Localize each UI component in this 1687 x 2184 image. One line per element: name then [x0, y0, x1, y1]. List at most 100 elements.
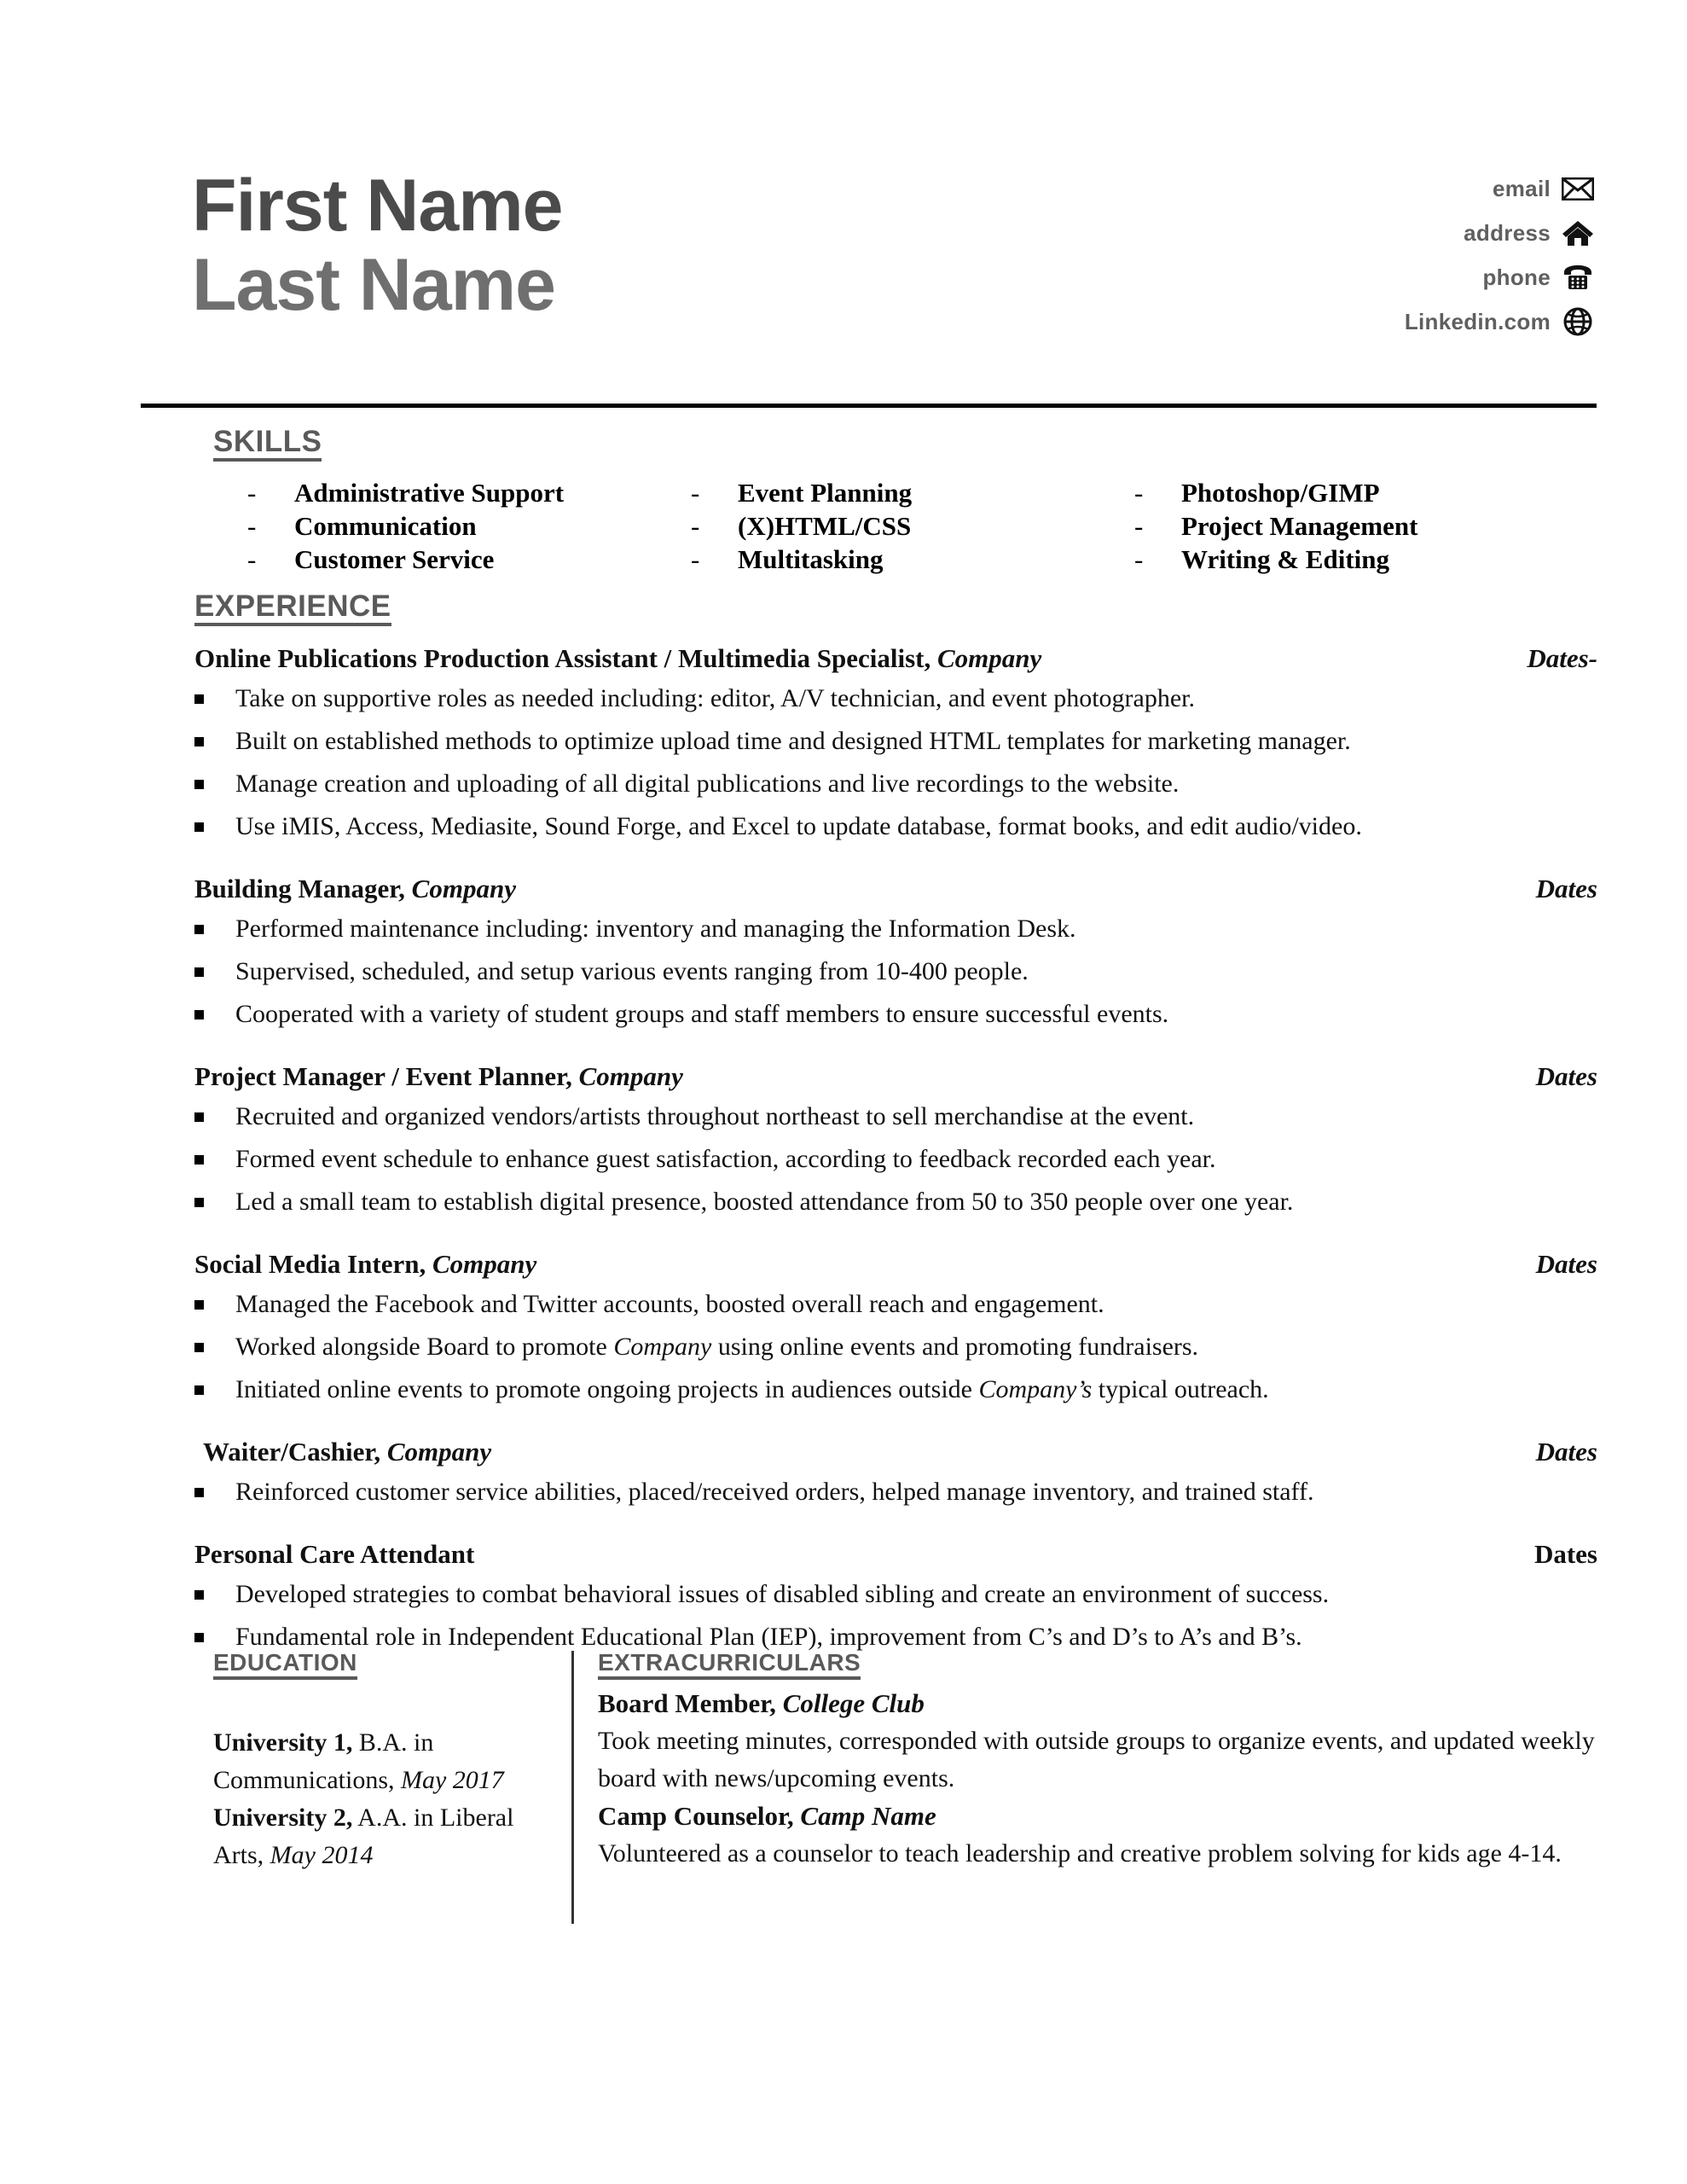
skill-label: Photoshop/GIMP: [1181, 478, 1380, 508]
skills-section-heading: SKILLS: [213, 427, 322, 462]
job-title-text: Personal Care Attendant: [194, 1539, 475, 1569]
education-school: University 1,: [213, 1728, 353, 1757]
resume-header: First Name Last Name email address phone…: [141, 166, 1595, 397]
contact-block: email address phone Linkedin.com: [1405, 166, 1595, 344]
job-header: Personal Care Attendant Dates: [194, 1536, 1597, 1573]
job-bullet-list: Reinforced customer service abilities, p…: [194, 1471, 1597, 1513]
plain-text: Worked alongside Board to promote: [235, 1333, 614, 1361]
plain-text: Managed the Facebook and Twitter account…: [235, 1290, 1104, 1318]
contact-row-phone[interactable]: phone: [1405, 255, 1595, 299]
job-company: Company: [578, 1061, 683, 1091]
skill-item: - Photoshop/GIMP: [1134, 476, 1578, 509]
education-entry: University 1, B.A. in Communications, Ma…: [213, 1724, 551, 1799]
extracurricular-role-text: Camp Counselor,: [598, 1801, 801, 1831]
job-title-text: Social Media Intern,: [194, 1249, 432, 1279]
extracurricular-org: Camp Name: [800, 1801, 936, 1831]
job-bullet-text: Recruited and organized vendors/artists …: [235, 1102, 1195, 1130]
globe-icon: [1561, 306, 1595, 337]
square-bullet-icon: [194, 908, 235, 950]
job-bullet: Formed event schedule to enhance guest s…: [194, 1138, 1597, 1181]
skill-item: - Project Management: [1134, 509, 1578, 543]
skill-item: - Administrative Support: [247, 476, 691, 509]
extracurricular-description: Volunteered as a counselor to teach lead…: [598, 1839, 1562, 1867]
square-bullet-icon: [194, 805, 235, 848]
education-school: University 2,: [213, 1804, 353, 1832]
skill-dash: -: [1134, 511, 1144, 541]
resume-page: First Name Last Name email address phone…: [0, 0, 1687, 2184]
job-dates: Dates: [1535, 1061, 1597, 1091]
skill-label: Event Planning: [738, 478, 913, 508]
plain-text: Initiated online events to promote ongoi…: [235, 1375, 979, 1403]
job-bullet: Developed strategies to combat behaviora…: [194, 1573, 1597, 1616]
experience-entry: Social Media Intern, Company Dates Managed…: [194, 1246, 1597, 1411]
job-dates: Dates: [1535, 1249, 1597, 1279]
skill-label: Writing & Editing: [1181, 544, 1390, 574]
education-heading-text: EDUCATION: [213, 1651, 357, 1680]
last-name: Last Name: [192, 244, 556, 326]
envelope-icon: [1561, 173, 1595, 204]
job-company: Company: [936, 643, 1042, 673]
telephone-icon: [1561, 262, 1595, 293]
experience-list: Online Publications Production Assistant…: [194, 640, 1597, 1658]
job-company: Company: [432, 1249, 537, 1279]
extracurricular-description: Took meeting minutes, corresponded with …: [598, 1727, 1595, 1792]
job-bullet: Initiated online events to promote ongoi…: [194, 1368, 1597, 1411]
extracurriculars-entries: Board Member, College Club Took meeting m…: [598, 1685, 1595, 1873]
job-bullet-list: Take on supportive roles as needed inclu…: [194, 677, 1597, 848]
experience-entry: Project Manager / Event Planner, Company…: [194, 1058, 1597, 1223]
job-bullet: Worked alongside Board to promote Compan…: [194, 1326, 1597, 1368]
square-bullet-icon: [194, 677, 235, 720]
skill-label: Multitasking: [738, 544, 884, 574]
experience-entry: Personal Care Attendant Dates Developed st…: [194, 1536, 1597, 1658]
column-divider: [571, 1651, 574, 1924]
contact-row-email[interactable]: email: [1405, 166, 1595, 211]
square-bullet-icon: [194, 1368, 235, 1411]
job-bullet-list: Recruited and organized vendors/artists …: [194, 1095, 1597, 1223]
extracurricular-role-text: Board Member,: [598, 1688, 783, 1718]
extracurriculars-heading-text: EXTRACURRICULARS: [598, 1651, 861, 1680]
skill-dash: -: [1134, 478, 1144, 508]
job-dates: Dates: [1535, 1437, 1597, 1467]
skill-item: - Multitasking: [691, 543, 1134, 576]
job-company: Company: [411, 874, 516, 903]
experience-entry: Online Publications Production Assistant…: [194, 640, 1597, 848]
plain-text: typical outreach.: [1092, 1375, 1269, 1403]
job-bullet: Use iMIS, Access, Mediasite, Sound Forge…: [194, 805, 1597, 848]
contact-row-address[interactable]: address: [1405, 211, 1595, 255]
job-bullet-list: Managed the Facebook and Twitter account…: [194, 1283, 1597, 1411]
job-header: Building Manager, Company Dates: [194, 870, 1597, 908]
skill-item: - Customer Service: [247, 543, 691, 576]
house-icon: [1561, 218, 1595, 248]
job-bullet-text: Worked alongside Board to promote Compan…: [235, 1326, 1597, 1368]
job-bullet-text: Take on supportive roles as needed inclu…: [235, 684, 1195, 712]
job-dates: Dates-: [1527, 643, 1597, 673]
job-bullet: Take on supportive roles as needed inclu…: [194, 677, 1597, 720]
job-bullet-text: Reinforced customer service abilities, p…: [235, 1478, 1314, 1506]
job-header: Online Publications Production Assistant…: [194, 640, 1597, 677]
job-header: Waiter/Cashier, Company Dates: [194, 1433, 1597, 1471]
experience-section-heading: EXPERIENCE: [194, 591, 391, 626]
contact-label-address: address: [1464, 219, 1551, 246]
square-bullet-icon: [194, 993, 235, 1036]
skill-item: - Communication: [247, 509, 691, 543]
job-bullet-text: Initiated online events to promote ongoi…: [235, 1368, 1597, 1411]
first-name: First Name: [192, 165, 563, 247]
job-title: Project Manager / Event Planner, Company: [194, 1058, 683, 1095]
job-title: Personal Care Attendant: [194, 1536, 474, 1573]
skill-label: Administrative Support: [294, 478, 565, 508]
education-entries: University 1, B.A. in Communications, Ma…: [213, 1724, 551, 1874]
contact-row-linkedin[interactable]: Linkedin.com: [1405, 299, 1595, 344]
square-bullet-icon: [194, 720, 235, 763]
experience-heading-text: EXPERIENCE: [194, 591, 391, 626]
job-bullet: Managed the Facebook and Twitter account…: [194, 1283, 1597, 1326]
job-title: Social Media Intern, Company: [194, 1246, 536, 1283]
extracurricular-org: College Club: [782, 1688, 925, 1718]
emphasis-text: Company’s: [978, 1375, 1093, 1403]
job-bullet-text: Performed maintenance including: invento…: [235, 915, 1076, 943]
job-bullet: Led a small team to establish digital pr…: [194, 1181, 1597, 1223]
job-bullet-text: Use iMIS, Access, Mediasite, Sound Forge…: [235, 812, 1362, 840]
job-bullet-text: Built on established methods to optimize…: [235, 727, 1351, 755]
